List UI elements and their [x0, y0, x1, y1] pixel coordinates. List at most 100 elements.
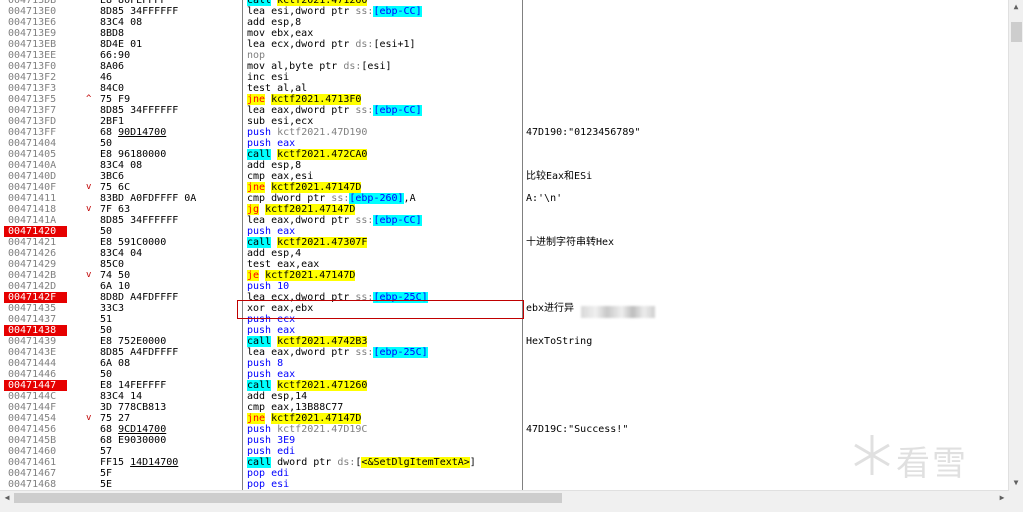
instruction-bytes: 3BC6	[100, 171, 124, 182]
breakpoint-address[interactable]: 00471438	[4, 325, 67, 336]
disasm-row[interactable]: 00471438 50 push eax	[0, 325, 1009, 336]
address[interactable]: 00471444	[8, 358, 68, 369]
scroll-right-icon[interactable]: ▶	[995, 491, 1009, 505]
disasm-row[interactable]: 004713F0 8A06 mov al,byte ptr ds:[esi]	[0, 61, 1009, 72]
address[interactable]: 00471426	[8, 248, 68, 259]
scroll-down-icon[interactable]: ▼	[1009, 476, 1023, 490]
disasm-row[interactable]: 00471421 E8 591C0000 call kctf2021.47307F 十…	[0, 237, 1009, 248]
address[interactable]: 00471437	[8, 314, 68, 325]
disasm-row[interactable]: 004713F7 8D85 34FFFFFF lea eax,dword ptr s…	[0, 105, 1009, 116]
disasm-row[interactable]: 00471426 83C4 04 add esp,4	[0, 248, 1009, 259]
address[interactable]: 0047145B	[8, 435, 68, 446]
breakpoint-address[interactable]: 00471447	[4, 380, 67, 391]
address[interactable]: 00471421	[8, 237, 68, 248]
address[interactable]: 004713E0	[8, 6, 68, 17]
breakpoint-address[interactable]: 0047142F	[4, 292, 67, 303]
disasm-row[interactable]: 0047142B v 74 50 je kctf2021.47147D	[0, 270, 1009, 281]
address[interactable]: 00471461	[8, 457, 68, 468]
address[interactable]: 0047144F	[8, 402, 68, 413]
address[interactable]: 0047140D	[8, 171, 68, 182]
scroll-up-icon[interactable]: ▲	[1009, 0, 1023, 14]
scroll-left-icon[interactable]: ◀	[0, 491, 14, 505]
disasm-row[interactable]: 004713FD 2BF1 sub esi,ecx	[0, 116, 1009, 127]
instruction-token: ss:	[355, 6, 374, 17]
address[interactable]: 004713EE	[8, 50, 68, 61]
disassembly-view[interactable]: 004713DB E8 80FEFFFF call kctf2021.471260 0…	[0, 0, 1009, 490]
disasm-row[interactable]: 004713F3 84C0 test al,al	[0, 83, 1009, 94]
disassembly-text: push 3E9	[247, 435, 295, 446]
address[interactable]: 0047142B	[8, 270, 68, 281]
address[interactable]: 00471446	[8, 369, 68, 380]
address[interactable]: 00471456	[8, 424, 68, 435]
disasm-row[interactable]: 00471411 83BD A0FDFFFF 0A cmp dword ptr ss…	[0, 193, 1009, 204]
address[interactable]: 0047142D	[8, 281, 68, 292]
disasm-row[interactable]: 004713E9 8BD8 mov ebx,eax	[0, 28, 1009, 39]
disasm-row[interactable]: 0047141A 8D85 34FFFFFF lea eax,dword ptr s…	[0, 215, 1009, 226]
disasm-row[interactable]: 00471454 v 75 27 jne kctf2021.47147D	[0, 413, 1009, 424]
bytes-part: 50	[100, 226, 113, 237]
window-bottom-edge	[0, 504, 1023, 512]
address[interactable]: 004713FD	[8, 116, 68, 127]
instruction-token: push	[247, 281, 272, 292]
address[interactable]: 0047140F	[8, 182, 68, 193]
disasm-row[interactable]: 0047140D 3BC6 cmp eax,esi 比较Eax和ESi	[0, 171, 1009, 182]
disasm-row[interactable]: 0047142D 6A 10 push 10	[0, 281, 1009, 292]
address[interactable]: 004713E6	[8, 17, 68, 28]
disasm-row[interactable]: 004713E0 8D85 34FFFFFF lea esi,dword ptr s…	[0, 6, 1009, 17]
horizontal-scrollbar[interactable]: ◀ ▶	[0, 490, 1009, 505]
horizontal-scroll-thumb[interactable]	[14, 493, 562, 503]
disasm-row[interactable]: 004713FF 68 90D14700 push kctf2021.47D190 4…	[0, 127, 1009, 138]
disasm-row[interactable]: 0047140A 83C4 08 add esp,8	[0, 160, 1009, 171]
disasm-row[interactable]: 00471447 E8 14FEFFFF call kctf2021.471260	[0, 380, 1009, 391]
address[interactable]: 004713F2	[8, 72, 68, 83]
disasm-row[interactable]: 004713EE 66:90 nop	[0, 50, 1009, 61]
disasm-row[interactable]: 004713E6 83C4 08 add esp,8	[0, 17, 1009, 28]
address[interactable]: 00471405	[8, 149, 68, 160]
vertical-scrollbar[interactable]: ▲ ▼	[1008, 0, 1023, 490]
address[interactable]: 004713F0	[8, 61, 68, 72]
vertical-scroll-thumb[interactable]	[1011, 22, 1022, 42]
disasm-row[interactable]: 00471429 85C0 test eax,eax	[0, 259, 1009, 270]
address[interactable]: 0047141A	[8, 215, 68, 226]
address[interactable]: 004713F3	[8, 83, 68, 94]
address[interactable]: 004713FF	[8, 127, 68, 138]
disasm-row[interactable]: 0047144F 3D 778CB813 cmp eax,13B88C77	[0, 402, 1009, 413]
disasm-row[interactable]: 00471446 50 push eax	[0, 369, 1009, 380]
instruction-token: eax	[271, 138, 296, 149]
disasm-row[interactable]: 00471439 E8 752E0000 call kctf2021.4742B3 H…	[0, 336, 1009, 347]
disasm-row[interactable]: 0047140F v 75 6C jne kctf2021.47147D	[0, 182, 1009, 193]
address[interactable]: 00471411	[8, 193, 68, 204]
disasm-row[interactable]: 00471405 E8 96180000 call kctf2021.472CA0	[0, 149, 1009, 160]
instruction-token: jne	[247, 94, 266, 105]
breakpoint-address[interactable]: 00471420	[4, 226, 67, 237]
address[interactable]: 004713F7	[8, 105, 68, 116]
bytes-part: 83C4 08	[100, 160, 143, 171]
address[interactable]: 004713EB	[8, 39, 68, 50]
address[interactable]: 00471439	[8, 336, 68, 347]
disasm-row[interactable]: 0047144C 83C4 14 add esp,14	[0, 391, 1009, 402]
address[interactable]: 00471454	[8, 413, 68, 424]
disasm-row[interactable]: 004713F5 ^ 75 F9 jne kctf2021.4713F0	[0, 94, 1009, 105]
disasm-row[interactable]: 0047143E 8D85 A4FDFFFF lea eax,dword ptr s…	[0, 347, 1009, 358]
instruction-bytes: E8 591C0000	[100, 237, 166, 248]
bytes-part: 9CD14700	[118, 424, 167, 435]
address[interactable]: 004713F5	[8, 94, 68, 105]
disasm-row[interactable]: 004713F2 46 inc esi	[0, 72, 1009, 83]
disasm-row[interactable]: 00471418 v 7F 63 jg kctf2021.47147D	[0, 204, 1009, 215]
address[interactable]: 00471418	[8, 204, 68, 215]
disasm-row[interactable]: 00471404 50 push eax	[0, 138, 1009, 149]
address[interactable]: 00471404	[8, 138, 68, 149]
disasm-row[interactable]: 00471444 6A 08 push 8	[0, 358, 1009, 369]
address[interactable]: 00471468	[8, 479, 68, 490]
disasm-row[interactable]: 004713EB 8D4E 01 lea ecx,dword ptr ds:[esi…	[0, 39, 1009, 50]
address[interactable]: 00471435	[8, 303, 68, 314]
address[interactable]: 0047140A	[8, 160, 68, 171]
address[interactable]: 00471460	[8, 446, 68, 457]
bytes-part: 8D8D A4FDFFFF	[100, 292, 179, 303]
disasm-row[interactable]: 00471420 50 push eax	[0, 226, 1009, 237]
address[interactable]: 00471429	[8, 259, 68, 270]
address[interactable]: 004713E9	[8, 28, 68, 39]
address[interactable]: 00471467	[8, 468, 68, 479]
address[interactable]: 0047143E	[8, 347, 68, 358]
address[interactable]: 0047144C	[8, 391, 68, 402]
